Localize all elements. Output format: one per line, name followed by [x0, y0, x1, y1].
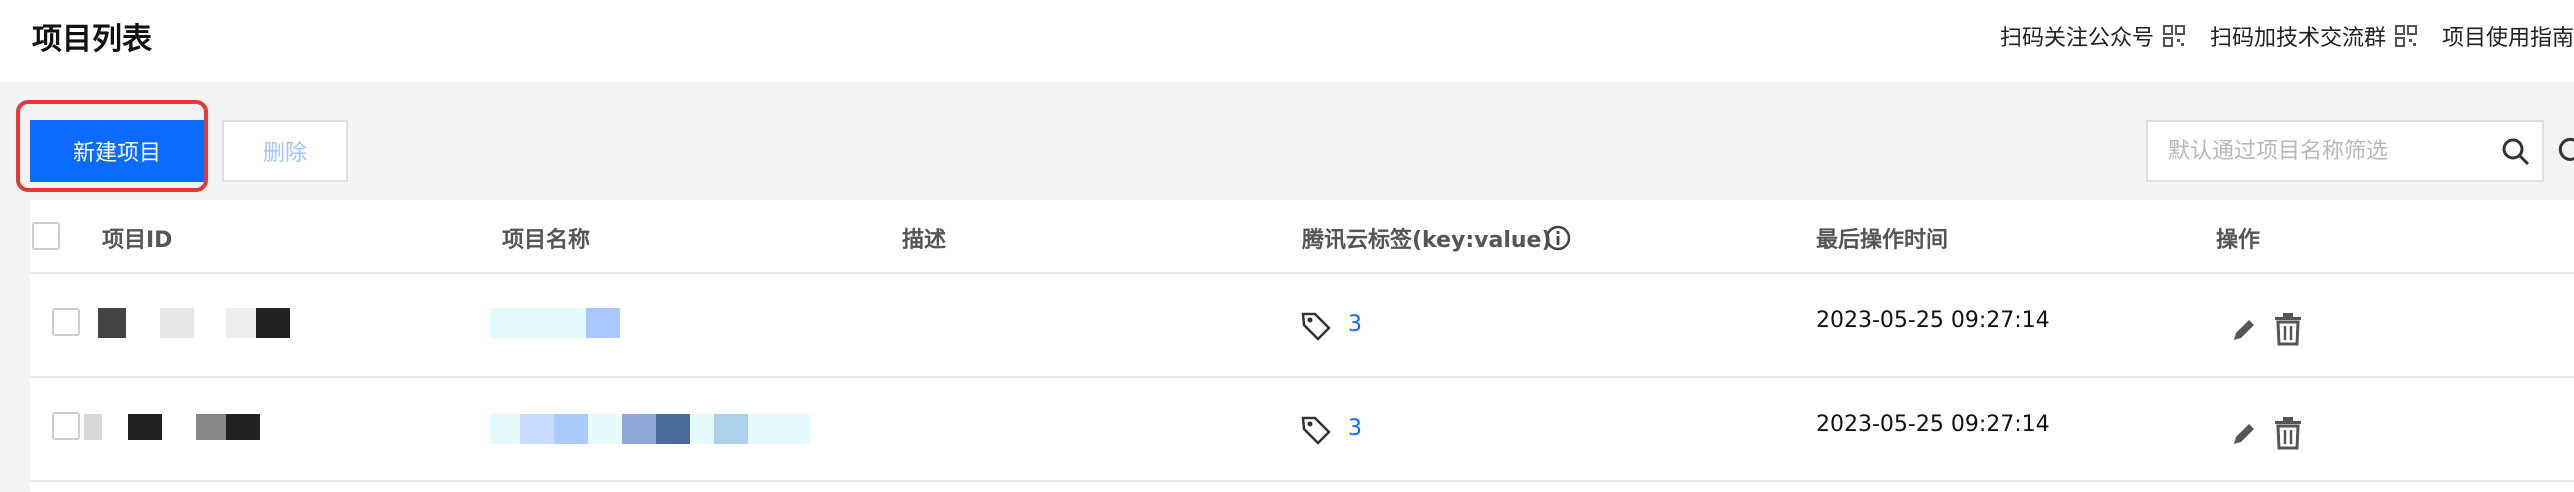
redacted-id [84, 414, 102, 440]
select-all-checkbox[interactable] [32, 222, 60, 250]
follow-official-account-label: 扫码关注公众号 [1999, 26, 2154, 51]
redacted-id [226, 414, 260, 440]
redacted-id [226, 308, 256, 338]
join-tech-group-label: 扫码加技术交流群 [2209, 26, 2386, 51]
last-updated-time: 2023-05-25 09:27:14 [1816, 308, 2050, 333]
column-header-description: 描述 [902, 228, 947, 253]
top-bar: 项目列表 扫码关注公众号 扫码加技术交流群 项目使用指南 [0, 0, 2574, 82]
column-header-actions: 操作 [2216, 228, 2261, 253]
refresh-icon[interactable] [2556, 134, 2574, 164]
delete-icon[interactable] [2272, 312, 2304, 346]
header-links: 扫码关注公众号 扫码加技术交流群 项目使用指南 [1976, 20, 2574, 52]
redacted-id [160, 308, 194, 338]
table-row: 3 2023-05-25 09:27:14 [30, 274, 2574, 378]
join-tech-group-link[interactable]: 扫码加技术交流群 [2210, 20, 2418, 52]
column-header-name: 项目名称 [502, 228, 591, 253]
last-updated-time: 2023-05-25 09:27:14 [1816, 412, 2050, 437]
search-input[interactable] [2166, 137, 2490, 165]
row-checkbox[interactable] [52, 412, 80, 440]
qr-code-icon [2394, 25, 2417, 47]
project-guide-label: 项目使用指南 [2441, 26, 2574, 51]
redacted-id [128, 414, 162, 440]
column-header-last-updated: 最后操作时间 [1816, 228, 1949, 253]
tag-icon [1301, 312, 1331, 341]
column-header-tags: 腾讯云标签(key:value) [1302, 228, 1552, 253]
column-header-id: 项目ID [102, 228, 173, 253]
delete-button[interactable]: 删除 [222, 120, 348, 182]
tag-count-link[interactable]: 3 [1348, 416, 1362, 441]
new-project-button[interactable]: 新建项目 [30, 120, 204, 182]
redacted-name [586, 308, 620, 338]
redacted-id [256, 308, 290, 338]
redacted-id [98, 308, 126, 338]
info-icon[interactable] [1544, 224, 1572, 252]
redacted-name [656, 414, 690, 444]
search-box [2146, 120, 2544, 182]
redacted-name [520, 414, 554, 444]
edit-icon[interactable] [2230, 420, 2258, 448]
follow-official-account-link[interactable]: 扫码关注公众号 [2000, 20, 2186, 52]
tag-icon [1301, 416, 1331, 445]
redacted-name [622, 414, 656, 444]
qr-code-icon [2162, 25, 2185, 47]
table-header: 项目ID 项目名称 描述 腾讯云标签(key:value) 最后操作时间 操作 [30, 200, 2574, 274]
redacted-name [554, 414, 588, 444]
project-table: 项目ID 项目名称 描述 腾讯云标签(key:value) 最后操作时间 操作 … [30, 200, 2574, 492]
redacted-id [196, 414, 226, 440]
edit-icon[interactable] [2230, 316, 2258, 344]
page-title: 项目列表 [32, 22, 152, 57]
row-checkbox[interactable] [52, 308, 80, 336]
search-icon[interactable] [2500, 136, 2532, 168]
table-row: 3 2023-05-25 09:27:14 [30, 378, 2574, 482]
delete-icon[interactable] [2272, 416, 2304, 450]
redacted-name [714, 414, 748, 444]
tag-count-link[interactable]: 3 [1348, 312, 1362, 337]
project-guide-link[interactable]: 项目使用指南 [2442, 20, 2574, 52]
